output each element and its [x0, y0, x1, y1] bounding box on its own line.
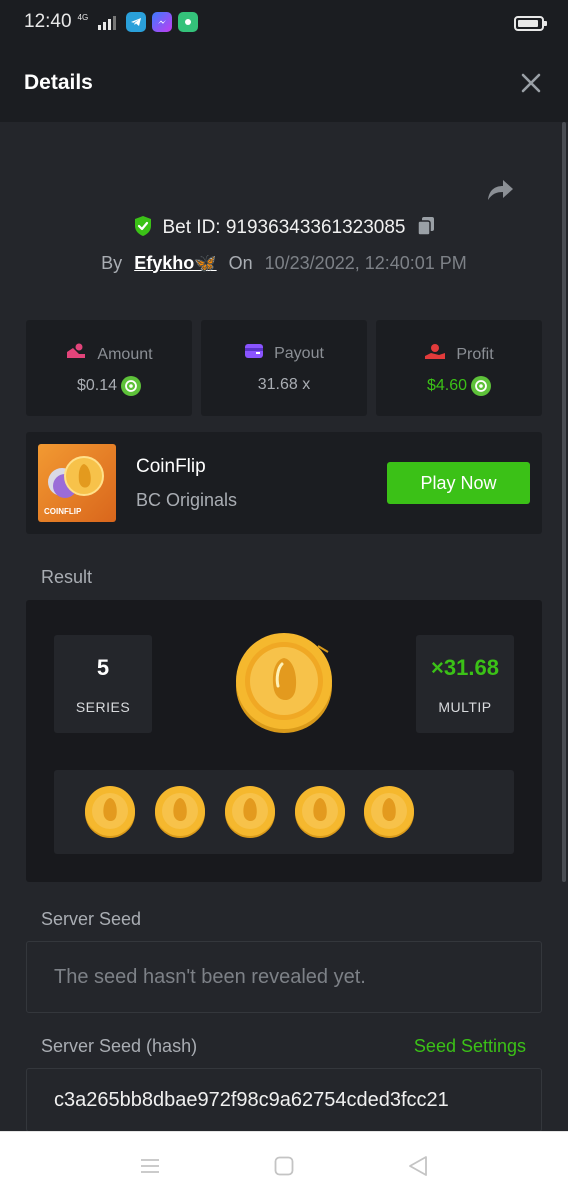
- home-icon[interactable]: [272, 1154, 296, 1178]
- payout-value: 31.68 x: [257, 376, 311, 393]
- coin-icon: [295, 786, 345, 838]
- thumbnail-label: COINFLIP: [44, 507, 82, 516]
- bet-author-row: By Efykho🦋 On 10/23/2022, 12:40:01 PM: [0, 250, 568, 276]
- amount-label: Amount: [97, 345, 153, 363]
- system-nav-bar: [0, 1131, 568, 1200]
- coin-icon: [85, 786, 135, 838]
- menu-icon[interactable]: [138, 1154, 162, 1178]
- payout-label: Payout: [274, 344, 324, 362]
- on-label: On: [228, 252, 253, 273]
- multiplier-label: MULTIP: [438, 699, 492, 715]
- battery-icon: [514, 16, 547, 31]
- coin-icon: [364, 786, 414, 838]
- result-coin-icon: [236, 633, 332, 733]
- network-type: 4G: [77, 12, 89, 22]
- status-time: 12:40: [24, 11, 72, 32]
- coinflip-thumbnail[interactable]: COINFLIP: [38, 444, 116, 522]
- bcd-coin-icon: [121, 376, 142, 396]
- play-now-button[interactable]: Play Now: [387, 462, 530, 504]
- result-panel: 5 SERIES ×31.68 MULTIP: [26, 600, 542, 882]
- amount-card: Amount $0.14: [26, 320, 192, 416]
- server-seed-hash-field[interactable]: c3a265bb8dbae972f98c9a62754cded3fcc21: [26, 1068, 542, 1132]
- series-label: SERIES: [75, 699, 131, 715]
- game-card: COINFLIP CoinFlip BC Originals Play Now: [26, 432, 542, 534]
- server-seed-hash-label: Server Seed (hash): [41, 1036, 198, 1056]
- back-icon[interactable]: [406, 1154, 430, 1178]
- bet-datetime: 10/23/2022, 12:40:01 PM: [264, 252, 467, 273]
- profit-icon: [424, 342, 446, 367]
- username-link[interactable]: Efykho🦋: [134, 253, 216, 274]
- coin-icon: [225, 786, 275, 838]
- game-name: CoinFlip: [136, 456, 206, 477]
- server-seed-field[interactable]: The seed hasn't been revealed yet.: [26, 941, 542, 1013]
- profit-label: Profit: [456, 345, 494, 363]
- profit-value: $4.60: [426, 377, 468, 394]
- multiplier-value: ×31.68: [431, 655, 499, 680]
- server-seed-label: Server Seed: [41, 909, 142, 929]
- game-provider: BC Originals: [136, 490, 238, 510]
- messenger-icon: [152, 12, 173, 32]
- verified-shield-icon: [133, 215, 153, 242]
- bet-id: Bet ID: 91936343361323085: [162, 217, 406, 238]
- multiplier-box: ×31.68 MULTIP: [416, 635, 514, 733]
- status-bar: 12:40 4G: [0, 0, 568, 44]
- payout-card: Payout 31.68 x: [201, 320, 367, 416]
- bet-id-row: Bet ID: 91936343361323085: [0, 214, 568, 242]
- series-box: 5 SERIES: [54, 635, 152, 733]
- result-label: Result: [41, 567, 93, 587]
- series-value: 5: [96, 655, 110, 680]
- app-icon: [178, 12, 199, 32]
- page-title: Details: [24, 71, 93, 94]
- coin-series-strip: [54, 770, 514, 854]
- telegram-icon: [126, 12, 147, 32]
- amount-value: $0.14: [76, 377, 118, 394]
- share-icon[interactable]: [484, 176, 516, 204]
- signal-icon: [98, 14, 117, 30]
- details-header: Details: [0, 44, 568, 122]
- copy-icon[interactable]: [416, 215, 436, 242]
- amount-icon: [65, 342, 87, 367]
- profit-card: Profit $4.60: [376, 320, 542, 416]
- seed-settings-link[interactable]: Seed Settings: [414, 1036, 526, 1057]
- wallet-icon: [244, 342, 264, 365]
- bcd-coin-icon: [471, 376, 492, 396]
- by-label: By: [101, 252, 123, 273]
- coin-icon: [155, 786, 205, 838]
- close-icon[interactable]: [518, 70, 544, 96]
